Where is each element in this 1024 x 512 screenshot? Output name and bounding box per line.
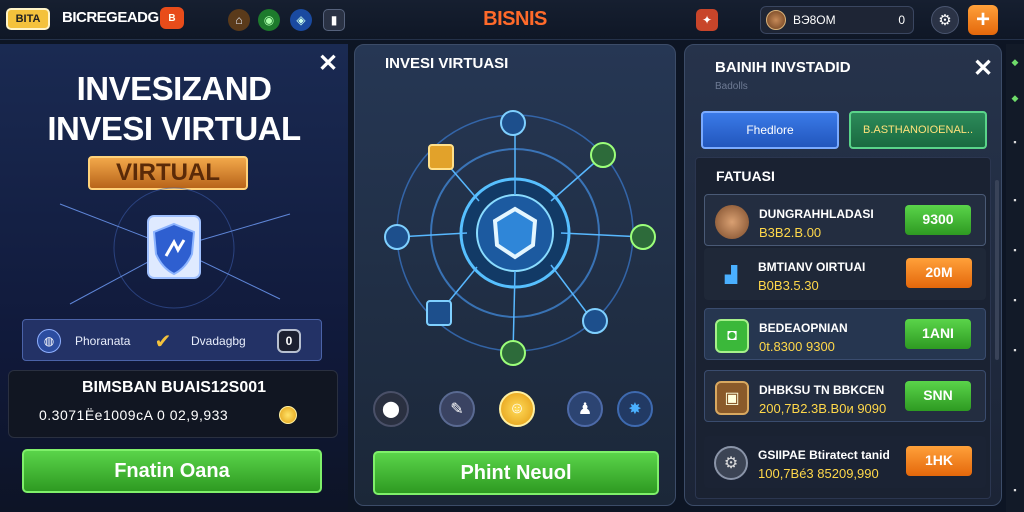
side-icon[interactable]: ▪: [1009, 194, 1021, 206]
left-panel: ✕ INVESIZAND INVESI VIRTUAL VIRTUAL ◍ Ph…: [0, 44, 348, 512]
player-name: BЭ8OM: [793, 13, 836, 27]
chart-icon: ▟: [724, 267, 738, 284]
invest-action-button[interactable]: Phint Neuol: [373, 451, 659, 495]
feature-value: B0B3.5.30: [758, 278, 819, 293]
feature-name: DHBKSU TN BBKCEN: [759, 383, 885, 397]
compass-icon[interactable]: ◈: [290, 9, 312, 31]
balance-title: BIMSBAN BUAIS12S001: [81, 379, 267, 396]
right-subtitle: Badolls: [715, 81, 748, 92]
right-panel: BAINIH INVSTADID Badolls ✕ Fhedlore B.AS…: [684, 44, 1002, 506]
info-strip: ◍ Phoranata ✔ Dvadagbg 0: [22, 319, 322, 361]
player-avatar: [766, 10, 786, 30]
brand-badge: B: [160, 7, 184, 29]
feature-value: 0t.8300 9300: [759, 339, 835, 354]
edit-icon[interactable]: ✎: [439, 391, 475, 427]
coin-icon: [279, 406, 297, 424]
feature-value: 100,7Bé3 85209,990: [758, 466, 879, 481]
strip-item-dvadagbg[interactable]: Dvadagbg: [191, 334, 246, 348]
scrollbar[interactable]: [995, 180, 999, 360]
balance-box: BIMSBAN BUAIS12S001 0.3071Ёe1009сA 0 02,…: [8, 370, 338, 438]
star-icon[interactable]: ✸: [617, 391, 653, 427]
feature-value: B3B2.B.00: [759, 225, 822, 240]
shield-icon: ◍: [37, 329, 61, 353]
tab-fhedlore[interactable]: Fhedlore: [701, 111, 839, 149]
tab-bastianoienal[interactable]: B.ASTHANOIOENAL..: [849, 111, 987, 149]
middle-panel: INVESI VIRTUASI ⬤ ✎ ☺ ♟ ✸ Phint Neuol: [354, 44, 676, 506]
gift-icon[interactable]: ✦: [696, 9, 718, 31]
primary-action-button[interactable]: Fnatin Oana: [22, 449, 322, 493]
chart-icon[interactable]: ▮: [323, 9, 345, 31]
hero-title-line2: INVESI VIRTUAL: [47, 110, 301, 147]
right-title: BAINIH INVSTADID: [715, 59, 851, 76]
feature-button[interactable]: 20M: [906, 258, 972, 288]
settings-button[interactable]: ⚙: [931, 6, 959, 34]
feature-button[interactable]: 1HK: [906, 446, 972, 476]
player-count: 0: [898, 13, 905, 27]
top-bar: BITA BICREGEADG B ⌂ ◉ ◈ ▮ BISNIS ✦ BЭ8OM…: [0, 0, 1024, 40]
feature-row[interactable]: ▣ DHBKSU TN BBKCEN 200,7B2.3B.B0и 9090 S…: [704, 370, 986, 422]
house-icon[interactable]: ⌂: [228, 9, 250, 31]
close-button[interactable]: ✕: [971, 57, 995, 81]
features-panel: FATUASI DUNGRAHHLADASI B3B2.B.00 9300 ▟ …: [695, 157, 991, 499]
side-strip: ◆ ◆ ▪ ▪ ▪ ▪ ▪ ▪: [1006, 44, 1024, 512]
gear-icon: ⚙: [938, 12, 952, 29]
check-icon: ✔: [154, 330, 172, 353]
feature-name: BMTIANV OIRTUAI: [758, 260, 866, 274]
hero-title-line1: INVESIZAND: [76, 70, 272, 107]
feature-row[interactable]: ◘ BEDEAOPNIAN 0t.8300 9300 1ANI: [704, 308, 986, 360]
feature-button[interactable]: SNN: [905, 381, 971, 411]
game-logo[interactable]: BITA: [6, 8, 50, 30]
feature-row[interactable]: DUNGRAHHLADASI B3B2.B.00 9300: [704, 194, 986, 246]
features-title: FATUASI: [716, 168, 775, 184]
player-profile[interactable]: BЭ8OM 0: [760, 6, 914, 34]
gear-icon: ⚙: [714, 446, 748, 480]
shield-icon: ◘: [715, 319, 749, 353]
hex-icon[interactable]: 0: [277, 329, 301, 353]
side-icon[interactable]: ◆: [1009, 92, 1021, 104]
feature-name: BEDEAOPNIAN: [759, 321, 848, 335]
feature-name: DUNGRAHHLADASI: [759, 207, 874, 221]
strip-item-phoranata[interactable]: Phoranata: [75, 334, 130, 348]
side-icon[interactable]: ▪: [1009, 294, 1021, 306]
user-icon[interactable]: ♟: [567, 391, 603, 427]
avatar-icon: [715, 205, 749, 239]
shield-icon: [142, 212, 206, 282]
side-icon[interactable]: ▪: [1009, 484, 1021, 496]
feature-row[interactable]: ⚙ GSIIPAE Btiratect tanid 100,7Bé3 85209…: [704, 436, 986, 488]
brand-name: BICREGEADG: [62, 9, 159, 26]
globe-icon[interactable]: ◉: [258, 9, 280, 31]
pin-icon[interactable]: ⬤: [373, 391, 409, 427]
feature-button[interactable]: 9300: [905, 205, 971, 235]
feature-button[interactable]: 1ANI: [905, 319, 971, 349]
side-icon[interactable]: ▪: [1009, 244, 1021, 256]
side-icon[interactable]: ◆: [1009, 56, 1021, 68]
add-button[interactable]: +: [968, 5, 998, 35]
middle-title: INVESI VIRTUASI: [385, 55, 509, 72]
side-icon[interactable]: ▪: [1009, 136, 1021, 148]
balance-value: 0.3071Ёe1009сA 0 02,9,933: [39, 407, 229, 423]
feature-name: GSIIPAE Btiratect tanid: [758, 448, 890, 462]
side-icon[interactable]: ▪: [1009, 344, 1021, 356]
screen-title: BISNIS: [483, 8, 547, 30]
investment-radar: [384, 110, 656, 366]
feature-value: 200,7B2.3B.B0и 9090: [759, 401, 887, 416]
coin-button-icon[interactable]: ☺: [499, 391, 535, 427]
chest-icon: ▣: [715, 381, 749, 415]
feature-row[interactable]: ▟ BMTIANV OIRTUAI B0B3.5.30 20M: [704, 248, 986, 300]
